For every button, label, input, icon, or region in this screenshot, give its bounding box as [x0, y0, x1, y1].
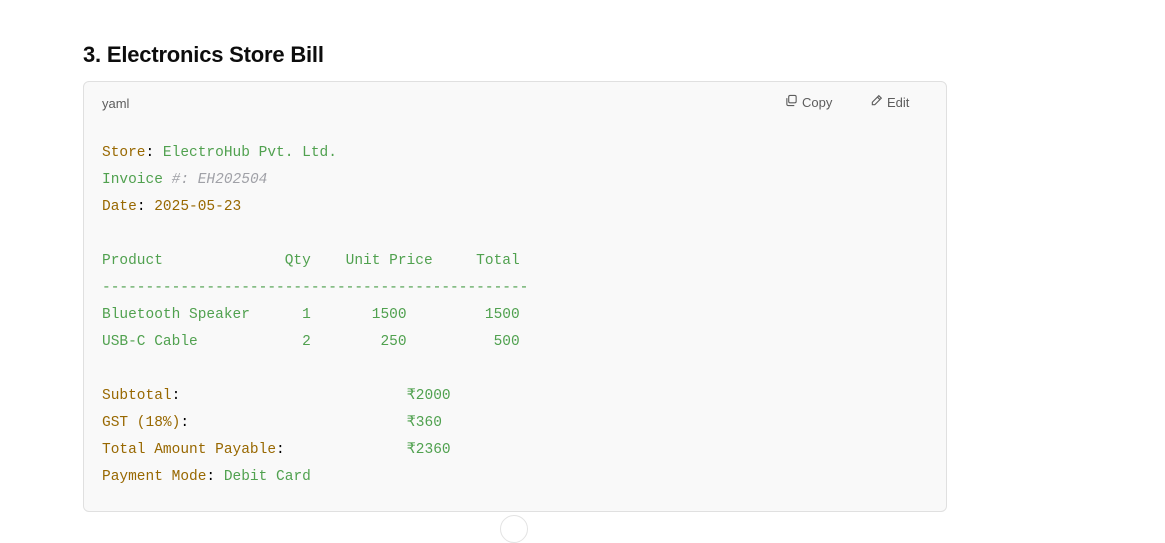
code-line: Payment Mode: Debit Card: [102, 464, 528, 491]
code-line: Total Amount Payable: ₹2360: [102, 437, 528, 464]
code-token: :: [276, 442, 407, 458]
code-token: :: [171, 388, 407, 404]
code-token: Invoice: [102, 172, 172, 188]
code-line: Subtotal: ₹2000: [102, 383, 528, 410]
code-token: ₹2000: [406, 388, 451, 404]
scroll-to-bottom-button[interactable]: [500, 515, 528, 543]
code-line: Store: ElectroHub Pvt. Ltd.: [102, 140, 528, 167]
code-token: Store: [102, 145, 146, 161]
code-token: Date: [102, 199, 137, 215]
copy-button[interactable]: Copy: [785, 94, 832, 110]
code-token: :: [180, 415, 407, 431]
copy-button-label: Copy: [802, 94, 833, 110]
section-heading: 3. Electronics Store Bill: [83, 42, 324, 67]
code-lines: Store: ElectroHub Pvt. Ltd. Invoice #: EH…: [102, 140, 528, 491]
code-token: #: EH202504: [171, 172, 268, 188]
code-content: Store: ElectroHub Pvt. Ltd. Invoice #: EH…: [102, 140, 528, 491]
code-token: :: [145, 145, 163, 161]
code-token: 2025-05-23: [154, 199, 242, 215]
code-line: GST (18%): ₹360: [102, 410, 528, 437]
code-token: ElectroHub Pvt. Ltd.: [162, 145, 337, 161]
code-line: Product Qty Unit Price Total: [102, 248, 528, 275]
code-token: ₹360: [406, 415, 442, 431]
copy-icon: [785, 94, 798, 110]
code-token: GST (18%): [102, 415, 181, 431]
code-line: Date: 2025-05-23: [102, 194, 528, 221]
code-token: :: [206, 469, 224, 485]
code-line: Invoice #: EH202504: [102, 167, 528, 194]
code-token: :: [136, 199, 155, 215]
code-token: Subtotal: [102, 388, 172, 404]
code-token: ₹2360: [406, 442, 451, 458]
code-language-label: yaml: [102, 96, 130, 111]
edit-button[interactable]: Edit: [870, 94, 909, 110]
code-token: USB-C Cable 2 250 500: [102, 334, 520, 350]
code-line: ----------------------------------------…: [102, 275, 528, 302]
code-token: Payment Mode: [102, 469, 207, 485]
code-line: USB-C Cable 2 250 500: [102, 329, 528, 356]
pencil-icon: [870, 94, 883, 110]
edit-button-label: Edit: [887, 94, 910, 110]
code-token: ----------------------------------------…: [102, 280, 529, 296]
code-token: Debit Card: [223, 469, 311, 485]
code-block: yaml Copy Edit Store: ElectroHub Pvt. Lt…: [83, 81, 947, 512]
code-token: Product Qty Unit Price Total: [102, 253, 520, 269]
code-token: Bluetooth Speaker 1 1500 1500: [102, 307, 520, 323]
code-line: Bluetooth Speaker 1 1500 1500: [102, 302, 528, 329]
code-token: Total Amount Payable: [102, 442, 277, 458]
code-block-header: yaml Copy Edit: [84, 82, 946, 126]
